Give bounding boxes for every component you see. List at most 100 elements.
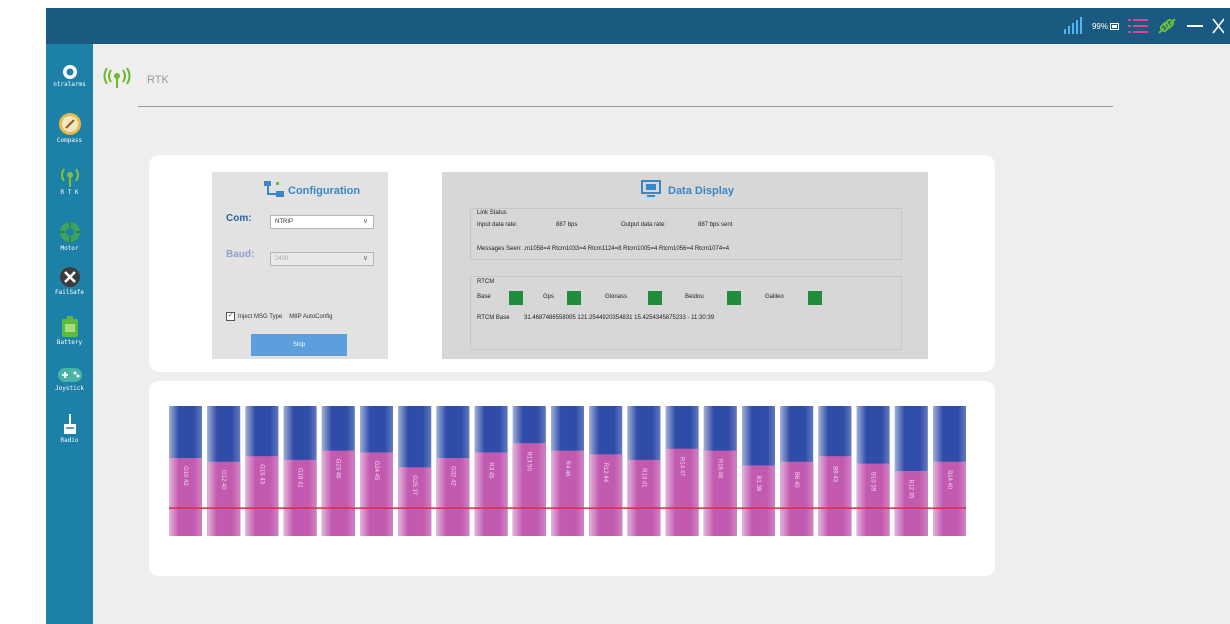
- bar-label: R4 46: [564, 461, 570, 478]
- chevron-down-icon: ∨: [362, 218, 368, 225]
- stop-button[interactable]: Stop: [251, 334, 347, 356]
- status-indicator-glonass: [648, 291, 662, 305]
- radio-icon: [63, 414, 76, 434]
- constellation-label-base: Base: [477, 294, 491, 300]
- data-display-panel: Data Display Link Status Input data rate…: [442, 172, 928, 359]
- sidebar-item-battery[interactable]: Battery: [46, 316, 93, 346]
- output-rate-label: Output data rate:: [621, 222, 667, 228]
- inject-msg-row: ✓ Inject MSG Type M8P AutoConfig: [226, 312, 333, 321]
- sidebar-item-compass[interactable]: Compass: [46, 112, 93, 144]
- chevron-down-icon: ∨: [362, 255, 368, 262]
- satellite-bar-b6: B6 40: [780, 406, 814, 536]
- inject-msg-checkbox[interactable]: ✓: [226, 312, 235, 321]
- bar-sheen: [512, 406, 546, 536]
- status-indicator-base: [509, 291, 523, 305]
- satellite-bar-r12: R12 44: [589, 406, 623, 536]
- bar-label: G15 43: [258, 464, 264, 484]
- bar-sheen: [894, 406, 928, 536]
- battery-icon: [1110, 22, 1119, 30]
- satellite-bar-g15: G15 43: [245, 406, 279, 536]
- satellite-bar-b6: B10 39: [856, 406, 890, 536]
- messages-seen: Messages Seen: ,m1058=4 Rtcm1033=4 Rtcm1…: [477, 246, 730, 252]
- satellite-bar-r13: R13 50: [512, 406, 546, 536]
- sidebar-item-joystick[interactable]: Joystick: [46, 366, 93, 392]
- satellite-bar-r14: R14 47: [665, 406, 699, 536]
- bar-label: R12 44: [602, 463, 608, 483]
- satellite-bar-g29: G25 37: [398, 406, 432, 536]
- bar-label: R14 47: [679, 457, 685, 477]
- battery-indicator: 99%: [1092, 22, 1120, 31]
- sidebar-item-label: ntralarms: [53, 81, 86, 88]
- satellite-bar-r18: R18 46: [703, 406, 737, 536]
- signal-strength-icon: [1063, 17, 1082, 34]
- satellite-snr-chart: G10 42 G12 40 G15 43 G18 41 G23 46 G24 45 G25 …: [169, 406, 966, 536]
- satellite-bar-r3: R3 45: [474, 406, 508, 536]
- status-indicator-galileo: [808, 291, 822, 305]
- baud-label: Baud:: [226, 249, 255, 260]
- battery-icon: [61, 316, 78, 337]
- satellite-bar-b1: B1 38: [742, 406, 775, 536]
- constellation-label-beidou: Beidou: [685, 294, 704, 300]
- configuration-icon: [264, 181, 284, 197]
- constellation-label-glonass: Glonass: [605, 294, 628, 300]
- sidebar-item-label: Battery: [56, 339, 83, 346]
- link-status-box: [470, 208, 902, 260]
- list-menu-icon[interactable]: [1128, 17, 1148, 35]
- sidebar-item-motor[interactable]: Motor: [46, 220, 93, 252]
- rtk-antenna-icon: [60, 168, 79, 187]
- satellite-bar-r13: R13 41: [627, 406, 661, 536]
- input-rate-label: Input data rate:: [477, 222, 518, 228]
- constellation-label-gps: Gps: [543, 294, 555, 300]
- bar-label: B9 43: [831, 466, 837, 482]
- bar-label: G18 41: [297, 468, 303, 488]
- rtcm-label: RTCM: [477, 279, 495, 285]
- com-select-value: NTRIP: [275, 219, 293, 225]
- bar-label: R13 41: [640, 468, 646, 488]
- bar-sheen: [742, 406, 775, 536]
- satellite-bar-b12: B12 35: [894, 406, 928, 536]
- status-indicator-gps: [567, 291, 581, 305]
- bar-label: G12 40: [220, 470, 226, 490]
- bar-label: R13 50: [526, 451, 532, 471]
- bar-label: G32 42: [449, 466, 455, 486]
- autoconfig-label: M8P AutoConfig: [289, 313, 333, 320]
- minimize-icon[interactable]: [1186, 17, 1204, 35]
- window-controls: 99%: [1063, 12, 1224, 40]
- baud-select[interactable]: 2400 ∨: [270, 252, 374, 266]
- connect-link-icon[interactable]: [1156, 16, 1178, 36]
- rtk-settings-card: Configuration Com: NTRIP ∨ Baud: 2400 ∨ …: [149, 155, 995, 372]
- bar-label: B6 40: [793, 472, 799, 488]
- sidebar-item-radio[interactable]: Radio: [46, 414, 93, 444]
- satellite-bar-g24: G24 45: [360, 406, 393, 536]
- satellite-bar-g18: G18 41: [283, 406, 317, 536]
- satellite-bar-r4: R4 46: [551, 406, 584, 536]
- satellite-bar-b14: B14 40: [933, 406, 966, 536]
- com-select[interactable]: NTRIP ∨: [270, 215, 374, 229]
- satellite-bar-g10: G10 42: [169, 406, 202, 536]
- rtcm-base-label: RTCM Base: [477, 315, 510, 321]
- top-bar: 99%: [46, 8, 1230, 44]
- sidebar-item-alarms[interactable]: ntralarms: [46, 64, 93, 88]
- inject-msg-label: Inject MSG Type: [238, 313, 283, 320]
- constellation-label-galileo: Galileo: [765, 294, 784, 300]
- sidebar-item-failsafe[interactable]: FailSafe: [46, 266, 93, 296]
- bar-sheen: [856, 406, 890, 536]
- compass-icon: [58, 113, 81, 135]
- configuration-title: Configuration: [288, 185, 361, 197]
- sidebar-item-label: FailSafe: [55, 289, 84, 296]
- input-rate-value: 887 bps: [556, 222, 578, 228]
- motor-icon: [59, 222, 80, 242]
- sidebar-item-label: Joystick: [55, 385, 84, 392]
- sidebar-item-label: Compass: [56, 137, 83, 144]
- link-status-label: Link Status: [477, 210, 507, 216]
- baud-select-value: 2400: [275, 256, 289, 262]
- main-content: RTK Configuration Com: NTRIP ∨ Baud: 240…: [93, 44, 1230, 624]
- com-label: Com:: [226, 213, 252, 224]
- bar-label: B10 39: [870, 472, 876, 492]
- page-title: RTK: [147, 74, 169, 86]
- configuration-panel: Configuration Com: NTRIP ∨ Baud: 2400 ∨ …: [212, 172, 388, 359]
- close-icon[interactable]: [1212, 17, 1224, 35]
- rtk-antenna-icon: [103, 67, 131, 88]
- sidebar-item-rtk[interactable]: R T K: [46, 166, 93, 196]
- sidebar-item-label: Motor: [60, 245, 79, 252]
